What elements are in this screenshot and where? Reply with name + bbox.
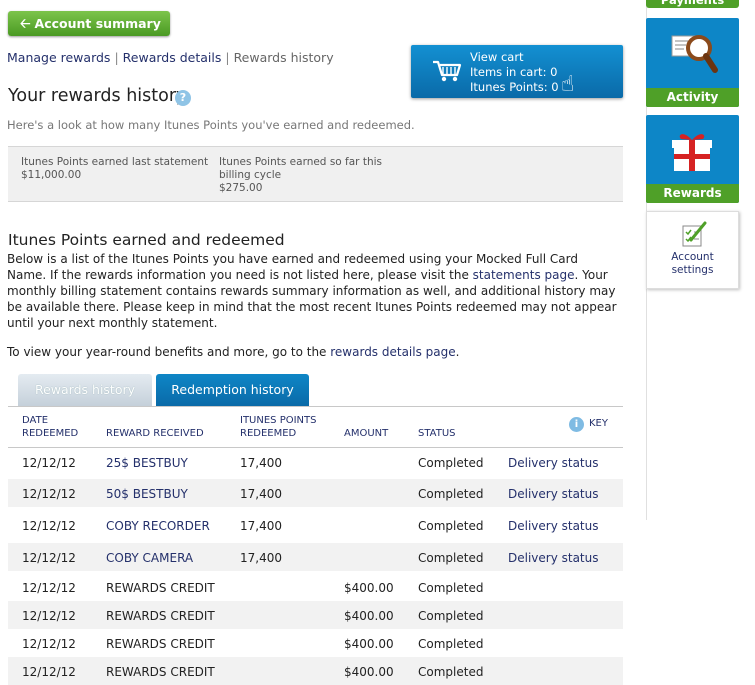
- rewards-label: Rewards: [646, 184, 739, 203]
- amount-cell: $400.00: [344, 637, 394, 651]
- page-title: Your rewards history: [8, 86, 187, 106]
- earned-cycle-label: Itunes Points earned so far this billing…: [219, 156, 382, 181]
- manage-rewards-link[interactable]: Manage rewards: [7, 50, 110, 65]
- rewards-tile[interactable]: Rewards: [646, 115, 739, 203]
- benefits-text: To view your year-round benefits and mor…: [7, 345, 331, 359]
- reward-cell[interactable]: 25$ BESTBUY: [106, 456, 188, 470]
- activity-tile[interactable]: Activity: [646, 18, 739, 107]
- reward-cell[interactable]: 50$ BESTBUY: [106, 487, 188, 501]
- table-row: 12/12/12 REWARDS CREDIT $400.00 Completed: [8, 657, 623, 685]
- delivery-status-link[interactable]: Delivery status: [508, 456, 599, 470]
- delivery-status-link[interactable]: Delivery status: [508, 551, 599, 565]
- status-cell: Completed: [418, 637, 484, 651]
- date-cell: 12/12/12: [22, 637, 76, 651]
- cart-items-count: Items in cart: 0: [470, 65, 558, 79]
- delivery-status-link[interactable]: Delivery status: [508, 519, 599, 533]
- benefits-text: .: [455, 345, 460, 359]
- col-date-header: DATE: [22, 415, 49, 426]
- settings-checklist-icon: [682, 221, 707, 247]
- reward-cell: REWARDS CREDIT: [106, 609, 215, 623]
- shopping-cart-icon: [433, 60, 462, 82]
- reward-cell[interactable]: COBY RECORDER: [106, 519, 210, 533]
- status-cell: Completed: [418, 487, 484, 501]
- table-row: 12/12/12 REWARDS CREDIT $400.00 Completed: [8, 629, 623, 657]
- reward-cell: REWARDS CREDIT: [106, 637, 215, 651]
- date-cell: 12/12/12: [22, 609, 76, 623]
- settings-label: Account: [671, 251, 714, 263]
- table-row: 12/12/12 COBY CAMERA 17,400 Completed Delive…: [8, 543, 623, 571]
- key-label[interactable]: KEY: [589, 417, 608, 430]
- points-summary-panel: Itunes Points earned last statement $11,…: [8, 146, 623, 202]
- earned-last-statement-value: $11,000.00: [21, 169, 82, 181]
- date-cell: 12/12/12: [22, 665, 76, 679]
- reward-cell[interactable]: COBY CAMERA: [106, 551, 193, 565]
- status-cell: Completed: [418, 581, 484, 595]
- table-row: 12/12/12 REWARDS CREDIT $400.00 Completed: [8, 601, 623, 629]
- section-description: Below is a list of the Itunes Points you…: [7, 251, 619, 331]
- separator: |: [114, 50, 119, 65]
- separator: |: [225, 50, 230, 65]
- date-cell: 12/12/12: [22, 487, 76, 501]
- view-cart-button[interactable]: View cart Items in cart: 0 Itunes Points…: [411, 45, 623, 98]
- hand-cursor-icon: ☝: [561, 72, 575, 97]
- gift-icon: [672, 134, 712, 171]
- earned-last-statement-label: Itunes Points earned last statement: [21, 156, 209, 168]
- info-icon[interactable]: i: [569, 417, 584, 432]
- view-cart-label: View cart: [470, 50, 524, 64]
- col-points-header: ITUNES POINTS: [240, 415, 317, 426]
- points-cell: 17,400: [240, 456, 282, 470]
- rewards-details-page-link[interactable]: rewards details page: [330, 345, 455, 359]
- table-row: 12/12/12 COBY RECORDER 17,400 Completed Deli…: [8, 511, 623, 539]
- amount-cell: $400.00: [344, 665, 394, 679]
- status-cell: Completed: [418, 665, 484, 679]
- rewards-subnav: Manage rewards | Rewards details | Rewards h…: [7, 50, 334, 65]
- date-cell: 12/12/12: [22, 519, 76, 533]
- points-cell: 17,400: [240, 487, 282, 501]
- section-title: Itunes Points earned and redeemed: [8, 231, 285, 249]
- table-row: 12/12/12 50$ BESTBUY 17,400 Completed Delive…: [8, 479, 623, 507]
- help-icon[interactable]: ?: [175, 90, 191, 106]
- date-cell: 12/12/12: [22, 456, 76, 470]
- payments-tile[interactable]: Payments: [646, 0, 739, 8]
- table-header: DATE REDEEMED REWARD RECEIVED ITUNES POIN…: [8, 407, 623, 448]
- settings-label: settings: [671, 264, 714, 276]
- status-cell: Completed: [418, 456, 484, 470]
- statements-page-link[interactable]: statements page: [473, 268, 575, 282]
- benefits-note: To view your year-round benefits and mor…: [7, 345, 459, 359]
- account-settings-tile[interactable]: Account settings: [646, 211, 739, 289]
- account-summary-label: Account summary: [34, 16, 161, 31]
- table-row: 12/12/12 REWARDS CREDIT $400.00 Completed: [8, 573, 623, 601]
- activity-label: Activity: [646, 88, 739, 107]
- rewards-history-current: Rewards history: [233, 50, 334, 65]
- earned-cycle-value: $275.00: [219, 182, 263, 194]
- reward-cell: REWARDS CREDIT: [106, 665, 215, 679]
- date-cell: 12/12/12: [22, 551, 76, 565]
- status-cell: Completed: [418, 551, 484, 565]
- status-cell: Completed: [418, 609, 484, 623]
- points-cell: 17,400: [240, 551, 282, 565]
- col-status-header: STATUS: [418, 428, 456, 439]
- cart-points: Itunes Points: 0: [470, 80, 559, 94]
- date-cell: 12/12/12: [22, 581, 76, 595]
- col-reward-header: REWARD RECEIVED: [106, 428, 204, 439]
- delivery-status-link[interactable]: Delivery status: [508, 487, 599, 501]
- tab-redemption-history[interactable]: Redemption history: [156, 374, 309, 406]
- points-cell: 17,400: [240, 519, 282, 533]
- back-arrow-icon: 🡠: [20, 17, 31, 32]
- account-summary-button[interactable]: 🡠 Account summary: [8, 11, 170, 36]
- col-points-header: REDEEMED: [240, 428, 297, 439]
- rewards-details-link[interactable]: Rewards details: [123, 50, 222, 65]
- amount-cell: $400.00: [344, 581, 394, 595]
- col-amount-header: AMOUNT: [344, 428, 389, 439]
- tab-rewards-history[interactable]: Rewards history: [18, 374, 152, 406]
- reward-cell: REWARDS CREDIT: [106, 581, 215, 595]
- magnifier-statement-icon: [671, 35, 718, 73]
- col-date-header: REDEEMED: [22, 428, 79, 439]
- status-cell: Completed: [418, 519, 484, 533]
- amount-cell: $400.00: [344, 609, 394, 623]
- table-row: 12/12/12 25$ BESTBUY 17,400 Completed Delive…: [8, 448, 623, 476]
- page-intro: Here's a look at how many Itunes Points …: [7, 118, 415, 132]
